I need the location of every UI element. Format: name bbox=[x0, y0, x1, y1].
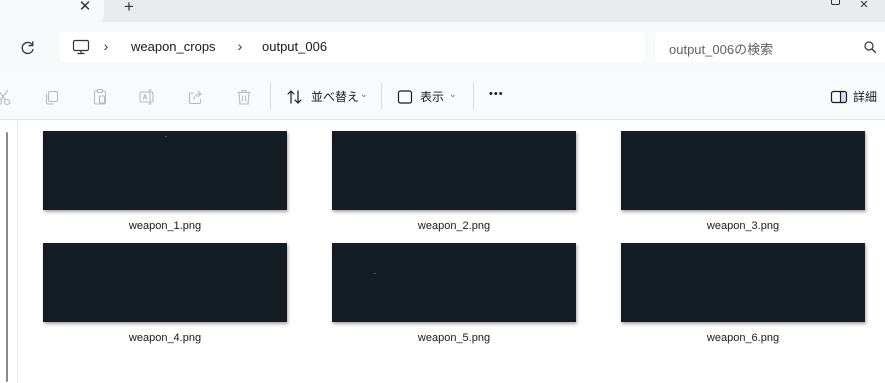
cut-icon[interactable] bbox=[0, 87, 14, 107]
file-name[interactable]: weapon_3.png bbox=[621, 220, 865, 232]
tab-active[interactable]: ✕ bbox=[0, 0, 104, 22]
file-item[interactable]: weapon_1.png bbox=[43, 131, 287, 232]
search-icon bbox=[863, 40, 877, 54]
more-options-button[interactable]: ••• bbox=[489, 88, 504, 100]
command-bar: 並べ替え ⌄ 表示 ⌄ ••• 詳細 bbox=[0, 72, 885, 120]
close-icon bbox=[860, 0, 868, 8]
file-thumbnail[interactable] bbox=[332, 131, 576, 210]
file-name[interactable]: weapon_6.png bbox=[621, 332, 865, 344]
paste-icon[interactable] bbox=[90, 87, 110, 107]
file-name[interactable]: weapon_1.png bbox=[43, 220, 287, 232]
rename-icon[interactable] bbox=[137, 87, 157, 107]
file-item[interactable]: weapon_2.png bbox=[332, 131, 576, 232]
sort-icon[interactable] bbox=[285, 87, 305, 107]
maximize-button[interactable] bbox=[826, 0, 844, 10]
breadcrumb-chevron-icon[interactable]: › bbox=[234, 38, 246, 54]
file-view: weapon_1.png weapon_2.png weapon_3.png w… bbox=[0, 120, 885, 383]
address-bar[interactable]: › weapon_crops › output_006 bbox=[60, 32, 645, 62]
file-name[interactable]: weapon_5.png bbox=[332, 332, 576, 344]
refresh-icon bbox=[21, 41, 34, 55]
file-item[interactable]: weapon_3.png bbox=[621, 131, 865, 232]
file-thumbnail[interactable] bbox=[621, 131, 865, 210]
file-name[interactable]: weapon_4.png bbox=[43, 332, 287, 344]
toolbar-divider bbox=[381, 82, 382, 110]
refresh-button[interactable] bbox=[18, 38, 38, 58]
details-pane-icon[interactable] bbox=[829, 87, 849, 107]
search-box[interactable]: output_006の検索 bbox=[655, 32, 885, 62]
toolbar-divider bbox=[473, 82, 474, 110]
navigation-pane bbox=[0, 120, 18, 383]
thumbnail-artifact bbox=[165, 136, 167, 137]
details-button[interactable]: 詳細 bbox=[853, 88, 877, 105]
maximize-icon bbox=[830, 0, 840, 5]
copy-icon[interactable] bbox=[42, 87, 62, 107]
view-icon[interactable] bbox=[395, 87, 415, 107]
file-item[interactable]: weapon_6.png bbox=[621, 243, 865, 344]
file-name[interactable]: weapon_2.png bbox=[332, 220, 576, 232]
search-placeholder[interactable]: output_006の検索 bbox=[669, 39, 773, 58]
this-pc-icon[interactable] bbox=[72, 39, 90, 55]
breadcrumb-chevron-icon[interactable]: › bbox=[100, 38, 112, 54]
thumbnail-artifact bbox=[374, 273, 376, 274]
breadcrumb-weapon-crops[interactable]: weapon_crops bbox=[131, 39, 216, 54]
tab-strip: ✕ + bbox=[0, 0, 885, 22]
chevron-down-icon[interactable]: ⌄ bbox=[449, 89, 457, 100]
new-tab-button[interactable]: + bbox=[120, 0, 138, 16]
toolbar-divider bbox=[270, 82, 271, 110]
view-button[interactable]: 表示 bbox=[420, 88, 444, 105]
file-item[interactable]: weapon_5.png bbox=[332, 243, 576, 344]
file-thumbnail[interactable] bbox=[332, 243, 576, 322]
navigation-bar: › weapon_crops › output_006 output_006の検… bbox=[0, 22, 885, 72]
file-thumbnail[interactable] bbox=[43, 131, 287, 210]
sort-button[interactable]: 並べ替え bbox=[311, 88, 359, 105]
breadcrumb-output-006[interactable]: output_006 bbox=[262, 39, 327, 54]
close-tab-icon[interactable]: ✕ bbox=[76, 0, 94, 16]
share-icon[interactable] bbox=[186, 87, 206, 107]
navigation-scrollbar[interactable] bbox=[6, 132, 8, 382]
file-explorer-window: ✕ + › weapon_crops › output_006 output_0… bbox=[0, 0, 885, 383]
delete-icon[interactable] bbox=[234, 87, 254, 107]
file-thumbnail[interactable] bbox=[621, 243, 865, 322]
chevron-down-icon[interactable]: ⌄ bbox=[360, 89, 368, 100]
file-item[interactable]: weapon_4.png bbox=[43, 243, 287, 344]
file-thumbnail[interactable] bbox=[43, 243, 287, 322]
close-window-button[interactable] bbox=[856, 0, 874, 10]
